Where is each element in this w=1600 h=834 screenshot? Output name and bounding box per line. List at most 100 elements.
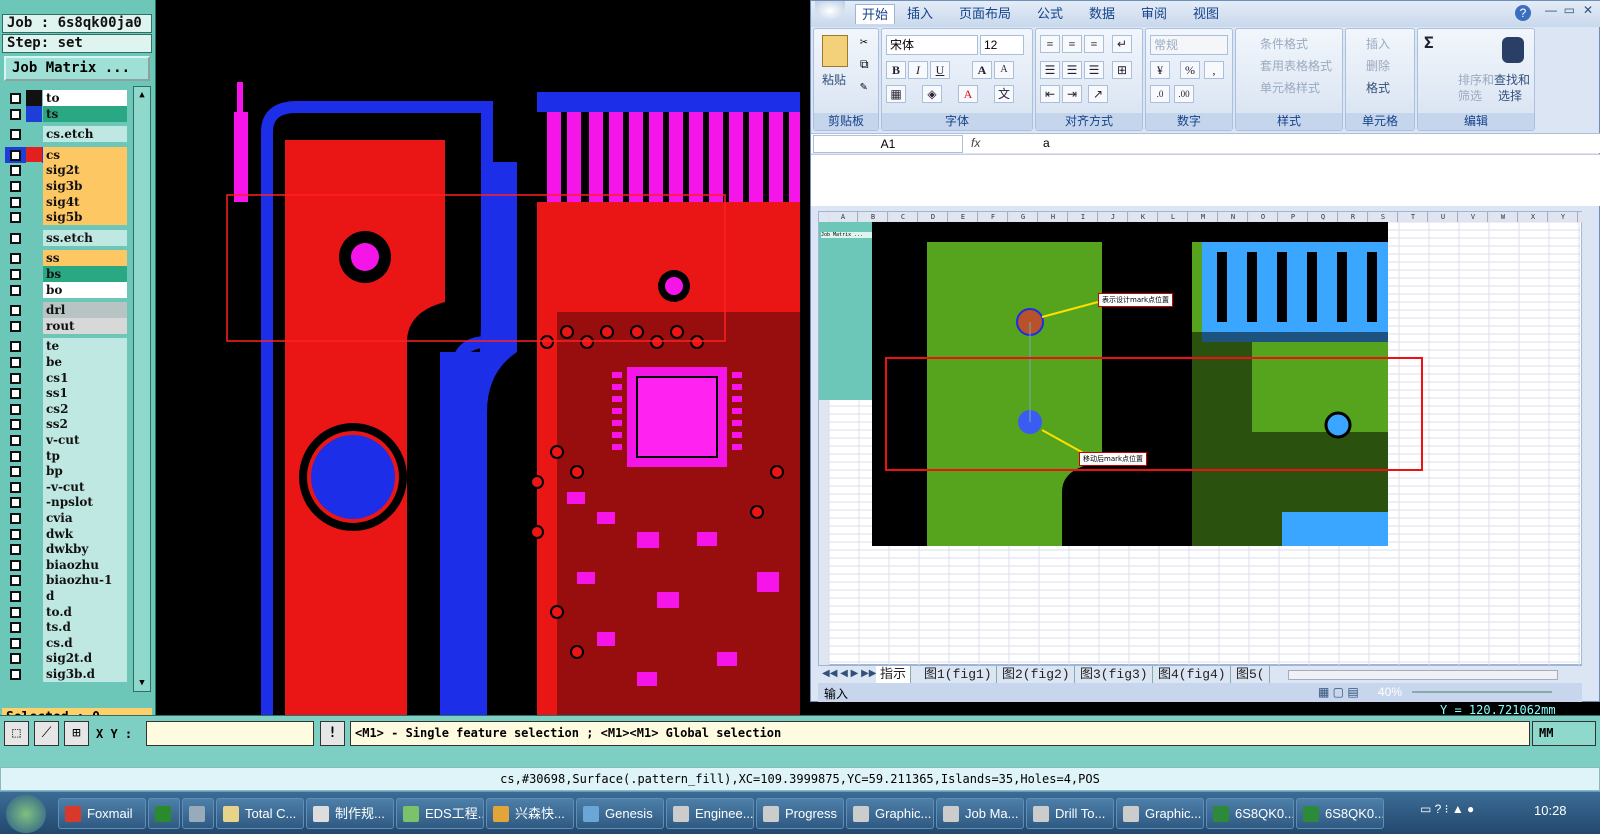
layer-row[interactable]: sig2t bbox=[5, 162, 127, 179]
layer-color-swatch[interactable] bbox=[26, 146, 42, 163]
layer-row[interactable]: ts bbox=[5, 105, 127, 122]
layer-name[interactable]: rout bbox=[43, 317, 127, 334]
layer-checkbox[interactable] bbox=[10, 284, 21, 296]
sheet-tab[interactable]: 图4(fig4) bbox=[1154, 666, 1231, 684]
layer-color-swatch[interactable] bbox=[26, 250, 42, 267]
column-header[interactable]: Y bbox=[1549, 212, 1578, 222]
taskbar-button[interactable]: Enginee... bbox=[666, 798, 754, 829]
column-header[interactable]: A bbox=[829, 212, 858, 222]
layer-checkbox[interactable] bbox=[10, 435, 21, 446]
layer-row[interactable]: to bbox=[5, 90, 127, 106]
ribbon-tab[interactable]: 公式 bbox=[1037, 4, 1063, 24]
taskbar-button[interactable]: Graphic... bbox=[1116, 798, 1204, 829]
name-box[interactable]: A1 bbox=[813, 135, 963, 153]
office-button-icon[interactable] bbox=[815, 1, 845, 21]
layer-row[interactable]: sig5b bbox=[5, 209, 127, 226]
layer-color-swatch[interactable] bbox=[26, 603, 42, 620]
view-buttons-icon[interactable]: ▦ ▢ ▤ bbox=[1318, 685, 1359, 699]
layer-name[interactable]: ss bbox=[43, 250, 127, 267]
layer-name[interactable]: dwk bbox=[43, 525, 127, 542]
layer-row[interactable]: cs1 bbox=[5, 369, 127, 386]
spreadsheet-grid[interactable]: ABCDEFGHIJKLMNOPQRSTUVWXY Job Matrix ...… bbox=[818, 211, 1583, 666]
format-painter-icon[interactable]: ✎ bbox=[860, 79, 867, 93]
bold-button[interactable]: B bbox=[886, 61, 906, 79]
layer-row[interactable]: rout bbox=[5, 317, 127, 334]
layer-checkbox[interactable] bbox=[10, 253, 21, 265]
layer-checkbox[interactable] bbox=[10, 466, 21, 478]
fill-color-icon[interactable]: ◈ bbox=[922, 85, 942, 103]
layer-checkbox[interactable] bbox=[10, 481, 21, 493]
layer-checkbox[interactable] bbox=[10, 497, 21, 509]
layer-row[interactable]: to.d bbox=[5, 603, 127, 620]
layer-checkbox[interactable] bbox=[10, 606, 21, 618]
layer-name[interactable]: cs2 bbox=[43, 400, 127, 417]
layer-row[interactable]: dwkby bbox=[5, 541, 127, 558]
layer-name[interactable]: tp bbox=[43, 447, 127, 464]
column-header[interactable]: W bbox=[1489, 212, 1518, 222]
taskbar-button[interactable]: Foxmail bbox=[58, 798, 146, 829]
layer-name[interactable]: ss2 bbox=[43, 416, 127, 433]
tray-icons[interactable]: ▭ ? ⁝ ▲ ● bbox=[1420, 802, 1530, 826]
column-header[interactable]: J bbox=[1099, 212, 1128, 222]
layer-color-swatch[interactable] bbox=[26, 494, 42, 511]
layer-name[interactable]: be bbox=[43, 354, 127, 370]
sheet-tab[interactable]: 图1(fig1) bbox=[920, 666, 997, 684]
layer-row[interactable]: sig4t bbox=[5, 193, 127, 210]
layer-color-swatch[interactable] bbox=[26, 229, 42, 246]
layer-name[interactable]: ss1 bbox=[43, 385, 127, 402]
layer-checkbox[interactable] bbox=[10, 372, 21, 384]
layer-checkbox[interactable] bbox=[10, 403, 21, 415]
border-icon[interactable]: ▦ bbox=[886, 85, 906, 103]
layer-color-swatch[interactable] bbox=[26, 90, 42, 106]
currency-icon[interactable]: ¥ bbox=[1150, 61, 1170, 79]
layer-row[interactable]: bs bbox=[5, 266, 127, 282]
taskbar-button[interactable] bbox=[182, 798, 214, 829]
increase-decimal-icon[interactable]: .0 bbox=[1150, 85, 1170, 103]
start-button-icon[interactable] bbox=[6, 795, 46, 833]
layer-checkbox[interactable] bbox=[10, 419, 21, 431]
layer-checkbox[interactable] bbox=[10, 93, 21, 104]
decrease-decimal-icon[interactable]: .00 bbox=[1174, 85, 1194, 103]
sort-filter-button[interactable]: 排序和 bbox=[1458, 71, 1494, 88]
formula-input[interactable]: a bbox=[1043, 136, 1050, 150]
layer-color-swatch[interactable] bbox=[26, 634, 42, 651]
layer-checkbox[interactable] bbox=[10, 591, 21, 602]
tab-nav-icon[interactable]: ◀◀ ◀ ▶ ▶▶ bbox=[822, 668, 876, 679]
taskbar-button[interactable]: Progress bbox=[756, 798, 844, 829]
scroll-down-icon[interactable]: ▼ bbox=[136, 677, 148, 689]
orientation-icon[interactable]: ↗ bbox=[1088, 85, 1108, 103]
layer-color-swatch[interactable] bbox=[26, 193, 42, 210]
layer-name[interactable]: cs.etch bbox=[43, 126, 127, 143]
column-header[interactable]: X bbox=[1519, 212, 1548, 222]
column-header[interactable]: V bbox=[1459, 212, 1488, 222]
layer-name[interactable]: sig2t bbox=[43, 162, 127, 179]
layer-name[interactable]: bo bbox=[43, 281, 127, 298]
cut-icon[interactable]: ✂ bbox=[860, 35, 868, 50]
column-header[interactable]: S bbox=[1369, 212, 1398, 222]
grow-font-button[interactable]: A bbox=[972, 61, 992, 79]
column-header[interactable]: L bbox=[1159, 212, 1188, 222]
layer-color-swatch[interactable] bbox=[26, 369, 42, 386]
column-header[interactable]: D bbox=[919, 212, 948, 222]
layer-row[interactable]: cs bbox=[5, 146, 127, 163]
layer-checkbox[interactable] bbox=[10, 181, 21, 192]
layer-name[interactable]: d bbox=[43, 588, 127, 604]
layer-color-swatch[interactable] bbox=[26, 432, 42, 448]
layer-color-swatch[interactable] bbox=[26, 588, 42, 604]
layer-row[interactable]: v-cut bbox=[5, 432, 127, 448]
layer-checkbox[interactable] bbox=[10, 513, 21, 524]
taskbar-button[interactable]: 制作规... bbox=[306, 798, 394, 829]
layer-name[interactable]: te bbox=[43, 338, 127, 355]
taskbar-button[interactable]: 兴森快... bbox=[486, 798, 574, 829]
zoom-slider[interactable] bbox=[1412, 691, 1552, 693]
column-header[interactable]: C bbox=[889, 212, 918, 222]
paste-icon[interactable] bbox=[822, 35, 848, 67]
layer-name[interactable]: ts bbox=[43, 105, 127, 122]
close-icon[interactable]: ✕ bbox=[1583, 3, 1593, 17]
comma-icon[interactable]: , bbox=[1204, 61, 1224, 79]
layer-name[interactable]: ts.d bbox=[43, 619, 127, 636]
copy-icon[interactable]: ⧉ bbox=[860, 57, 869, 72]
layer-checkbox[interactable] bbox=[10, 575, 21, 587]
layer-color-swatch[interactable] bbox=[26, 281, 42, 298]
layer-name[interactable]: to.d bbox=[43, 603, 127, 620]
